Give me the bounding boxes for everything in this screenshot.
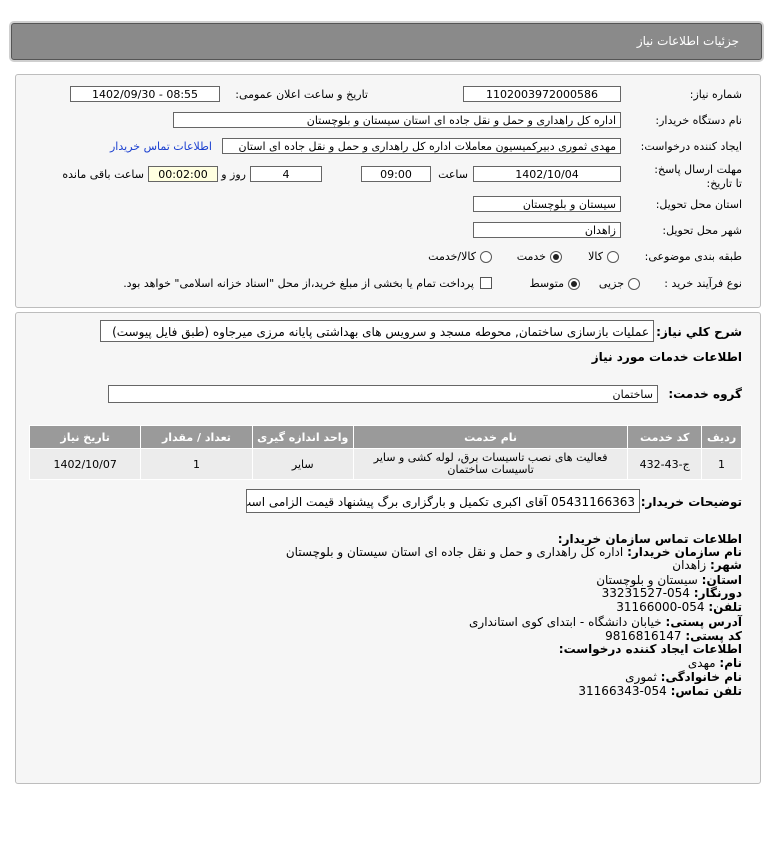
col-unit: واحد اندازه گیری (251, 425, 354, 449)
cell-unit: سایر (251, 448, 354, 480)
announce-date-field[interactable]: 1402/09/30 - 08:55 (70, 86, 220, 102)
treasury-payment-checkbox[interactable] (480, 277, 492, 289)
cell-row: 1 (701, 448, 742, 480)
need-number-field[interactable]: 1102003972000586 (463, 86, 621, 102)
announce-date-label: تاریخ و ساعت اعلان عمومی: (235, 88, 368, 101)
process-partial-label: جزیی (598, 277, 624, 290)
deadline-time-label: ساعت (438, 168, 468, 181)
category-label: طبقه بندی موضوعی: (644, 250, 742, 263)
creator-name-label: نام: (719, 656, 742, 670)
deadline-date-field[interactable]: 1402/10/04 (473, 166, 621, 182)
contact-fax-value: 054-33231527 (601, 586, 690, 600)
contact-phone-label: تلفن: (708, 600, 742, 614)
cell-date: 1402/10/07 (28, 448, 142, 480)
contact-address: آدرس پستی: خیابان دانشگاه - ابتدای کوی ا… (469, 616, 742, 629)
contact-phone: تلفن: 054-31166000 (616, 601, 742, 614)
service-group-label: گروه خدمت: (668, 387, 742, 401)
creator-family: نام خانوادگی: ثموری (625, 671, 742, 684)
services-section-title: اطلاعات خدمات مورد نیاز (591, 350, 742, 364)
deadline-time-field[interactable]: 09:00 (361, 166, 431, 182)
deadline-label: مهلت ارسال پاسخ: تا تاریخ: (654, 163, 742, 190)
creator-family-value: ثموری (625, 670, 657, 684)
delivery-province-label: استان محل تحویل: (655, 198, 742, 211)
cell-code: ج-43-432 (627, 448, 703, 480)
cell-qty: 1 (140, 448, 253, 480)
creator-name: نام: مهدی (688, 657, 742, 670)
need-info-panel (15, 74, 761, 308)
category-goods-service-label: کالا/خدمت (428, 250, 476, 263)
category-service-label: خدمت (516, 250, 546, 263)
delivery-city-label: شهر محل تحویل: (662, 224, 742, 237)
contact-fax: دورنگار: 054-33231527 (602, 587, 742, 600)
creator-phone-value: 054-31166343 (578, 684, 667, 698)
creator-family-label: نام خانوادگی: (660, 670, 742, 684)
page-title: جزئیات اطلاعات نیاز (636, 34, 739, 48)
buyer-org-field[interactable]: اداره کل راهداری و حمل و نقل جاده ای است… (173, 112, 621, 128)
contact-org-value: اداره کل راهداری و حمل و نقل جاده ای است… (285, 545, 624, 559)
contact-address-label: آدرس پستی: (665, 615, 742, 629)
table-row: 1 ج-43-432 فعالیت های نصب تاسیسات برق، ل… (28, 448, 742, 480)
contact-postal-value: 9816816147 (605, 629, 682, 643)
category-service-radio[interactable] (550, 251, 562, 263)
creator-label: ایجاد کننده درخواست: (640, 140, 742, 153)
category-goods-service-radio[interactable] (480, 251, 492, 263)
purchase-process-label: نوع فرآیند خرید : (664, 277, 742, 290)
contact-postal-label: کد پستی: (685, 629, 742, 643)
creator-info-title: اطلاعات ایجاد کننده درخواست: (558, 642, 742, 656)
remaining-time-field[interactable]: 00:02:00 (148, 166, 218, 182)
treasury-payment-text: پرداخت تمام یا بخشی از مبلغ خرید،از محل … (123, 277, 474, 290)
contact-phone-value: 054-31166000 (616, 600, 705, 614)
description-field[interactable]: عملیات بازسازی ساختمان, محوطه مسجد و سرو… (100, 320, 654, 342)
services-table-header: ردیف کد خدمت نام خدمت واحد اندازه گیری ت… (28, 425, 742, 449)
cell-name: فعالیت های نصب تاسیسات برق، لوله کشی و س… (352, 448, 629, 480)
contact-city: شهر: زاهدان (672, 559, 742, 572)
creator-phone-label: تلفن تماس: (670, 684, 742, 698)
col-row: ردیف (701, 425, 742, 449)
page-header: جزئیات اطلاعات نیاز (11, 23, 762, 60)
col-qty: تعداد / مقدار (140, 425, 253, 449)
creator-phone: تلفن تماس: 054-31166343 (578, 685, 742, 698)
process-partial-radio[interactable] (628, 278, 640, 290)
col-date: تاریخ نیاز (28, 425, 142, 449)
col-name: نام خدمت (352, 425, 629, 449)
contact-fax-label: دورنگار: (693, 586, 742, 600)
creator-field[interactable]: مهدی ثموری دبیرکمیسیون معاملات اداره کل … (222, 138, 621, 154)
contact-address-value: خیابان دانشگاه - ابتدای کوی استانداری (469, 615, 662, 629)
remaining-time-label: ساعت باقی مانده (62, 168, 144, 181)
buyer-notes-field[interactable]: 05431166363 آقای اکبری تکمیل و بارگزاری … (246, 489, 640, 513)
delivery-province-field[interactable]: سیستان و بلوچستان (473, 196, 621, 212)
col-code: کد خدمت (627, 425, 703, 449)
delivery-city-field[interactable]: زاهدان (473, 222, 621, 238)
buyer-contact-link[interactable]: اطلاعات تماس خریدار (110, 140, 212, 153)
days-label: روز و (221, 168, 246, 181)
contact-city-label: شهر: (710, 558, 742, 572)
process-medium-radio[interactable] (568, 278, 580, 290)
contact-province-label: استان: (701, 573, 742, 587)
days-remaining-field[interactable]: 4 (250, 166, 322, 182)
category-goods-radio[interactable] (607, 251, 619, 263)
creator-name-value: مهدی (687, 656, 716, 670)
process-medium-label: متوسط (529, 277, 564, 290)
buyer-notes-label: توضیحات خریدار: (640, 495, 742, 509)
description-label: شرح کلي نياز: (656, 325, 742, 339)
contact-city-value: زاهدان (672, 558, 707, 572)
contact-org-label: نام سازمان خریدار: (627, 545, 742, 559)
category-goods-label: کالا (588, 250, 603, 263)
service-group-field[interactable]: ساختمان (108, 385, 658, 403)
buyer-org-label: نام دستگاه خریدار: (655, 114, 742, 127)
services-table: ردیف کد خدمت نام خدمت واحد اندازه گیری ت… (28, 425, 742, 480)
need-number-label: شماره نیاز: (689, 88, 742, 101)
contact-province-value: سیستان و بلوچستان (596, 573, 698, 587)
